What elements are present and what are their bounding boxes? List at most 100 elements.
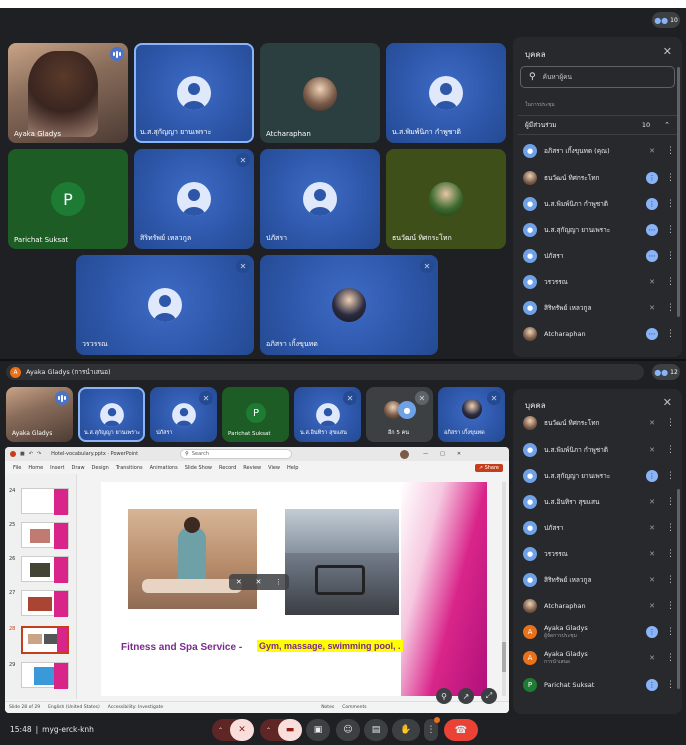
popout-button[interactable]: ↗ (458, 688, 474, 704)
share-button[interactable]: ↗ Share (474, 463, 503, 472)
menu-insert[interactable]: Insert (50, 465, 64, 471)
video-tile[interactable]: ✕ วรวรรณ (76, 255, 254, 355)
emoji-button[interactable]: ☺ (336, 719, 360, 741)
video-tile[interactable]: น.ส.สุกัญญา ยานเพราะ (134, 43, 254, 143)
participants-chip[interactable]: ●● 10 (652, 12, 680, 28)
list-item[interactable]: ธนวัฒน์ ทิศกระโทก ⋮ ⋮ (523, 165, 675, 191)
more-icon[interactable]: ⋮ (666, 199, 675, 209)
list-item[interactable]: Atcharaphan ⋯ ⋮ (523, 321, 675, 347)
camera-off-icon[interactable]: ✕ (236, 578, 242, 586)
menu-slideshow[interactable]: Slide Show (185, 465, 212, 471)
list-item[interactable]: ● อภิสรา เกิ้งขุนทด (คุณ) ✕ ⋮ (523, 138, 675, 164)
menu-review[interactable]: Review (243, 465, 261, 471)
video-tile[interactable]: P Parichat Suksat (8, 149, 128, 249)
more-icon[interactable]: ⋮ (666, 445, 675, 455)
video-tile[interactable]: ธนวัฒน์ ทิศกระโทก (386, 149, 506, 249)
menu-animations[interactable]: Animations (150, 465, 178, 471)
slide-scrollbar[interactable] (502, 482, 506, 696)
more-icon[interactable]: ⋮ (666, 575, 675, 585)
maximize-icon[interactable]: □ (440, 451, 445, 457)
list-item[interactable]: A Ayaka Gladys การนำเสนอ ✕ ⋮ (523, 645, 675, 671)
more-options-button[interactable]: ⋮ (424, 717, 440, 741)
list-item[interactable]: ● ปภัสรา ✕ ⋮ (523, 515, 675, 541)
menu-design[interactable]: Design (92, 465, 109, 471)
slide-thumbnail[interactable] (21, 662, 69, 689)
video-tile[interactable]: ✕ น.ส.อินทิรา สุขแสน (294, 387, 361, 442)
more-icon[interactable]: ⋮ (666, 471, 675, 481)
list-item[interactable]: ● น.ส.สุกัญญา ยานเพราะ ⋮ ⋮ (523, 463, 675, 489)
menu-help[interactable]: Help (287, 465, 298, 471)
scrollbar[interactable] (677, 489, 680, 689)
present-button[interactable]: ▣ (306, 719, 330, 741)
more-icon[interactable]: ⋮ (666, 146, 675, 156)
mic-toggle-button[interactable]: ✕ (230, 719, 254, 741)
more-icon[interactable]: ⋮ (666, 627, 675, 637)
menu-view[interactable]: View (268, 465, 280, 471)
undo-icon[interactable]: ↶ (29, 451, 33, 457)
slide-thumbnail[interactable] (21, 556, 69, 583)
more-icon[interactable]: ⋮ (666, 225, 675, 235)
video-tile[interactable]: น.ส.สุกัญญา ยานเพราะ (78, 387, 145, 442)
list-item[interactable]: Atcharaphan ✕ ⋮ (523, 593, 675, 619)
list-item[interactable]: ● สิริทรัพย์ เหลวกูล ✕ ⋮ (523, 567, 675, 593)
list-item[interactable]: P Parichat Suksat ⋮ ⋮ (523, 672, 675, 698)
video-controls-overlay[interactable]: ✕ ✕ ⋮ (229, 574, 289, 590)
video-tile[interactable]: ปภัสรา (260, 149, 380, 249)
slide-thumbnail[interactable] (21, 522, 69, 549)
more-icon[interactable]: ⋮ (666, 277, 675, 287)
close-icon[interactable]: ✕ (663, 45, 672, 58)
menu-transitions[interactable]: Transitions (116, 465, 143, 471)
fullscreen-button[interactable]: ⤢ (481, 688, 497, 704)
ppt-search[interactable]: ⚲ Search (180, 449, 293, 459)
search-input[interactable]: ⚲ ค้นหาผู้คน (520, 66, 675, 88)
more-icon[interactable]: ⋮ (666, 653, 675, 663)
video-tile[interactable]: Atcharaphan (260, 43, 380, 143)
notes-button[interactable]: Notes (321, 705, 334, 710)
menu-record[interactable]: Record (219, 465, 236, 471)
language-status[interactable]: English (United States) (48, 705, 100, 710)
minimize-icon[interactable]: — (423, 451, 428, 457)
zoom-button[interactable]: ⚲ (436, 688, 452, 704)
menu-home[interactable]: Home (28, 465, 43, 471)
mic-off-icon[interactable]: ✕ (256, 578, 262, 586)
video-tile[interactable]: ✕ สิริทรัพย์ เหลวกูล (134, 149, 254, 249)
more-icon[interactable]: ⋮ (666, 680, 675, 690)
close-icon[interactable]: ✕ (457, 451, 461, 457)
save-icon[interactable]: ■ (20, 451, 25, 457)
leave-call-button[interactable]: ☎ (444, 719, 478, 741)
slide-thumbnail[interactable] (21, 590, 69, 617)
video-tile[interactable]: ✕ อภิสรา เกิ้งขุนทด (438, 387, 505, 442)
accessibility-status[interactable]: Accessibility: Investigate (108, 705, 163, 710)
participants-group-header[interactable]: ผู้มีส่วนร่วม 10 ⌃ (518, 115, 677, 135)
more-icon[interactable]: ⋮ (275, 578, 282, 586)
list-item[interactable]: ● น.ส.พิมพ์นิภา กำพูชาติ ✕ ⋮ (523, 437, 675, 463)
list-item[interactable]: ● สิริทรัพย์ เหลวกูล ✕ ⋮ (523, 295, 675, 321)
list-item[interactable]: ● วรวรรณ ✕ ⋮ (523, 269, 675, 295)
more-icon[interactable]: ⋮ (666, 523, 675, 533)
slide-thumbnail-selected[interactable] (21, 626, 69, 654)
slide-thumbnail[interactable] (21, 488, 69, 515)
list-item[interactable]: ● ปภัสรา ⋯ ⋮ (523, 243, 675, 269)
more-icon[interactable]: ⋮ (666, 329, 675, 339)
shared-screen[interactable]: ■ ↶ ↷ Hotel-vocabulary.pptx · PowerPoint… (5, 447, 509, 713)
video-tile[interactable]: P Parichat Suksat (222, 387, 289, 442)
list-item[interactable]: ● น.ส.สุกัญญา ยานเพราะ ⋯ ⋮ (523, 217, 675, 243)
more-icon[interactable]: ⋮ (666, 303, 675, 313)
raise-hand-button[interactable]: ✋ (392, 719, 420, 741)
more-icon[interactable]: ⋮ (666, 549, 675, 559)
more-icon[interactable]: ⋮ (666, 251, 675, 261)
more-icon[interactable]: ⋮ (666, 601, 675, 611)
redo-icon[interactable]: ↷ (37, 451, 41, 457)
menu-file[interactable]: File (13, 465, 21, 471)
more-icon[interactable]: ⋮ (666, 418, 675, 428)
more-icon[interactable]: ⋮ (666, 497, 675, 507)
menu-draw[interactable]: Draw (71, 465, 84, 471)
comments-button[interactable]: Comments (342, 705, 366, 710)
camera-toggle-button[interactable]: ▬ (278, 719, 302, 741)
video-tile[interactable]: Ayaka Gladys (6, 387, 73, 442)
list-item[interactable]: ● น.ส.อินทิรา สุขแสน ✕ ⋮ (523, 489, 675, 515)
video-tile[interactable]: ✕ ปภัสรา (150, 387, 217, 442)
participants-chip[interactable]: ●● 12 (652, 364, 680, 380)
slide-thumbnails[interactable]: 24 25 26 27 28 29 (5, 474, 77, 699)
video-tile[interactable]: Ayaka Gladys (8, 43, 128, 143)
